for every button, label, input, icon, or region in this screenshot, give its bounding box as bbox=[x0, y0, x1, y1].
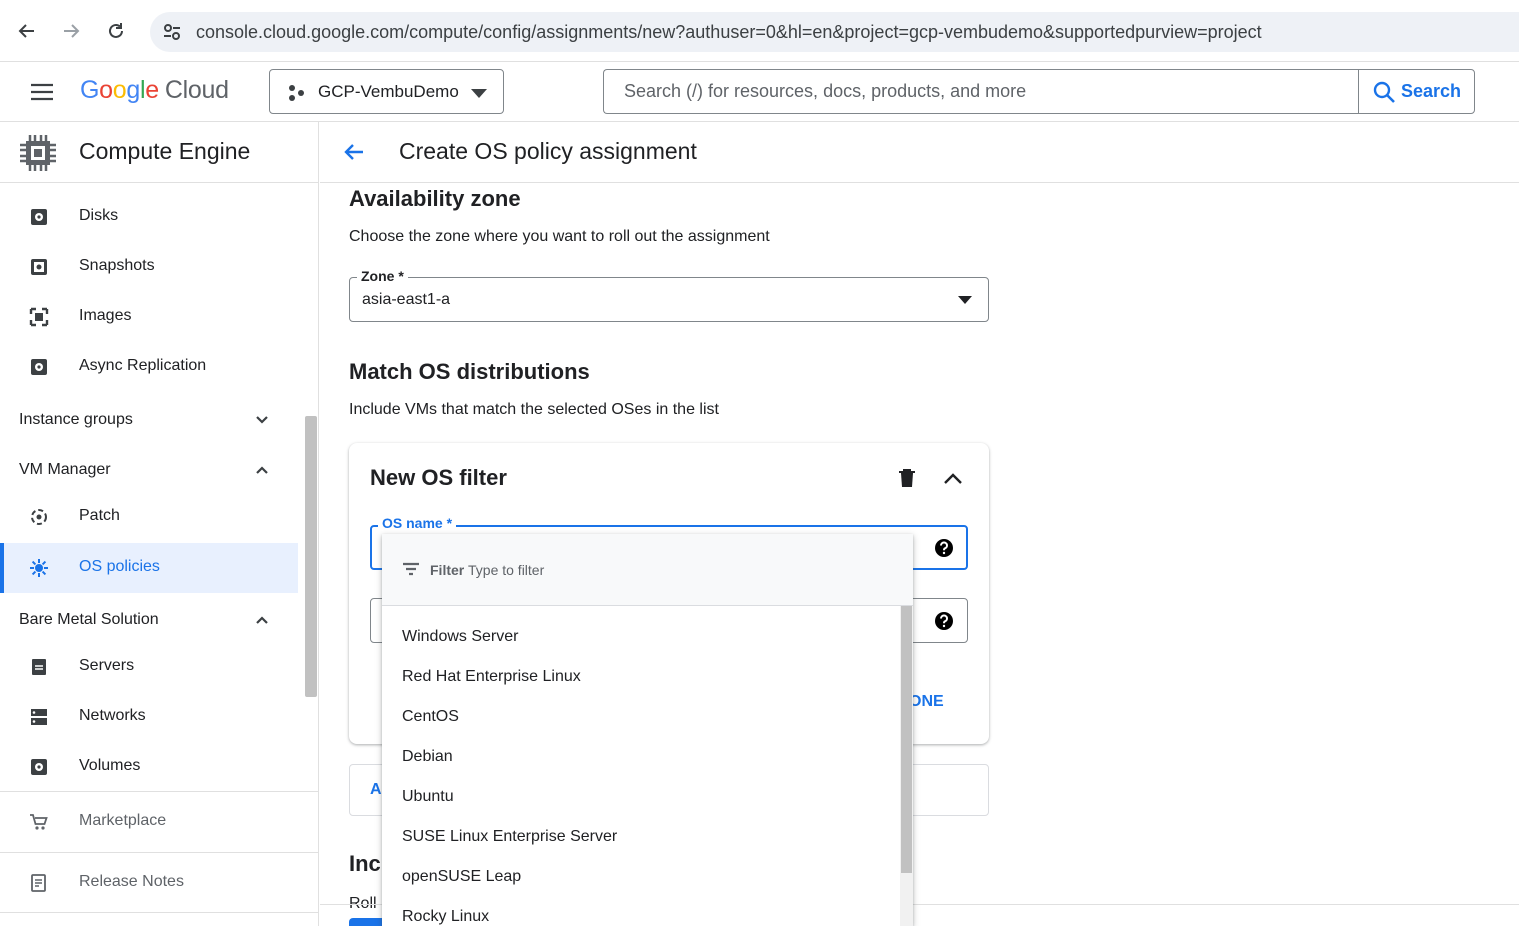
zone-value: asia-east1-a bbox=[362, 291, 451, 308]
dropdown-filter: Filter bbox=[382, 534, 913, 606]
option-sles[interactable]: SUSE Linux Enterprise Server bbox=[382, 816, 900, 856]
sidebar-group-instance-groups[interactable]: Instance groups bbox=[0, 395, 298, 445]
search-field[interactable] bbox=[603, 69, 1359, 114]
site-settings-icon[interactable] bbox=[162, 22, 182, 42]
project-name: GCP-VembuDemo bbox=[318, 82, 459, 101]
cart-icon bbox=[30, 814, 48, 830]
sidebar: Compute Engine Disks Snapshots Images As… bbox=[0, 122, 319, 926]
google-cloud-logo[interactable]: Google Cloud bbox=[80, 76, 229, 105]
page-title: Create OS policy assignment bbox=[399, 138, 697, 164]
chevron-up-icon[interactable] bbox=[943, 470, 963, 486]
sidebar-item-marketplace[interactable]: Marketplace bbox=[0, 797, 298, 847]
replication-icon bbox=[31, 359, 47, 375]
hamburger-icon bbox=[31, 83, 53, 101]
option-debian[interactable]: Debian bbox=[382, 736, 900, 776]
sidebar-item-release-notes[interactable]: Release Notes bbox=[0, 858, 298, 908]
sidebar-divider bbox=[0, 852, 318, 853]
project-picker[interactable]: GCP-VembuDemo bbox=[269, 69, 504, 114]
sidebar-scrollbar[interactable] bbox=[305, 416, 317, 697]
server-icon bbox=[32, 659, 46, 675]
search-icon bbox=[1373, 81, 1395, 103]
volume-icon bbox=[31, 759, 47, 775]
console-header: Google Cloud GCP-VembuDemo Search bbox=[0, 62, 1519, 122]
main-menu-button[interactable] bbox=[30, 82, 54, 107]
os-name-label: OS name * bbox=[378, 515, 457, 531]
sidebar-title: Compute Engine bbox=[79, 138, 251, 164]
snapshot-icon bbox=[31, 259, 47, 275]
sidebar-item-snapshots[interactable]: Snapshots bbox=[0, 242, 298, 292]
availability-zone-desc: Choose the zone where you want to roll o… bbox=[349, 228, 770, 245]
availability-zone-heading: Availability zone bbox=[349, 186, 521, 211]
filter-label: Filter bbox=[430, 562, 465, 578]
project-dots-icon bbox=[289, 85, 304, 101]
sidebar-header: Compute Engine bbox=[0, 122, 318, 183]
patch-icon bbox=[31, 509, 47, 525]
option-centos[interactable]: CentOS bbox=[382, 696, 900, 736]
filter-input[interactable] bbox=[468, 558, 888, 582]
zone-label: Zone * bbox=[357, 268, 408, 284]
dropdown-options: Windows Server Red Hat Enterprise Linux … bbox=[382, 606, 900, 926]
zone-select[interactable]: Zone * asia-east1-a bbox=[349, 268, 989, 322]
arrow-right-icon bbox=[64, 24, 80, 38]
option-rhel[interactable]: Red Hat Enterprise Linux bbox=[382, 656, 900, 696]
page-header: Create OS policy assignment bbox=[320, 122, 1519, 183]
caret-down-icon bbox=[471, 89, 487, 98]
sidebar-item-patch[interactable]: Patch bbox=[0, 492, 298, 542]
match-os-desc: Include VMs that match the selected OSes… bbox=[349, 401, 719, 418]
add-os-filter-label: A bbox=[370, 781, 382, 798]
option-ubuntu[interactable]: Ubuntu bbox=[382, 776, 900, 816]
help-icon[interactable] bbox=[934, 611, 954, 631]
option-opensuse-leap[interactable]: openSUSE Leap bbox=[382, 856, 900, 896]
sidebar-item-networks[interactable]: Networks bbox=[0, 692, 298, 742]
search-input[interactable] bbox=[604, 70, 1359, 113]
compute-engine-icon bbox=[20, 135, 56, 171]
sidebar-divider bbox=[0, 791, 318, 792]
os-name-dropdown: Filter Windows Server Red Hat Enterprise… bbox=[382, 534, 913, 926]
sidebar-item-async-replication[interactable]: Async Replication bbox=[0, 342, 298, 392]
option-windows-server[interactable]: Windows Server bbox=[382, 616, 900, 656]
match-os-heading: Match OS distributions bbox=[349, 359, 590, 384]
help-icon[interactable] bbox=[934, 538, 954, 558]
option-rocky-linux[interactable]: Rocky Linux bbox=[382, 896, 900, 926]
trash-icon[interactable] bbox=[898, 468, 916, 488]
sidebar-item-servers[interactable]: Servers bbox=[0, 642, 298, 692]
release-notes-icon bbox=[31, 874, 46, 892]
network-icon bbox=[31, 709, 47, 725]
os-policies-icon bbox=[30, 559, 48, 577]
dropdown-scrollbar[interactable] bbox=[901, 606, 912, 873]
reload-icon bbox=[109, 23, 123, 38]
chevron-up-icon bbox=[256, 466, 268, 474]
sidebar-item-disks[interactable]: Disks bbox=[0, 192, 298, 242]
arrow-left-icon bbox=[18, 24, 34, 38]
disk-icon bbox=[31, 209, 47, 225]
os-filter-title: New OS filter bbox=[370, 465, 507, 490]
sidebar-group-bare-metal[interactable]: Bare Metal Solution bbox=[0, 595, 298, 645]
filter-icon bbox=[403, 562, 419, 576]
sidebar-item-os-policies[interactable]: OS policies bbox=[0, 543, 298, 593]
sidebar-group-vm-manager[interactable]: VM Manager bbox=[0, 445, 298, 495]
back-arrow-icon[interactable] bbox=[342, 140, 366, 164]
reload-button[interactable] bbox=[101, 16, 131, 46]
chevron-down-icon bbox=[256, 416, 268, 424]
image-icon bbox=[29, 307, 49, 327]
search-button-label: Search bbox=[1401, 81, 1462, 101]
browser-toolbar: console.cloud.google.com/compute/config/… bbox=[0, 0, 1519, 62]
chevron-up-icon bbox=[256, 616, 268, 624]
address-bar[interactable]: console.cloud.google.com/compute/config/… bbox=[150, 12, 1519, 52]
sidebar-item-images[interactable]: Images bbox=[0, 292, 298, 342]
search-button[interactable]: Search bbox=[1358, 69, 1475, 114]
back-button[interactable] bbox=[12, 16, 42, 46]
url-text: console.cloud.google.com/compute/config/… bbox=[196, 22, 1262, 42]
sidebar-item-volumes[interactable]: Volumes bbox=[0, 742, 298, 792]
done-button[interactable]: ONE bbox=[909, 693, 944, 711]
caret-down-icon bbox=[958, 296, 972, 304]
forward-button[interactable] bbox=[56, 16, 86, 46]
sidebar-divider bbox=[0, 912, 318, 913]
